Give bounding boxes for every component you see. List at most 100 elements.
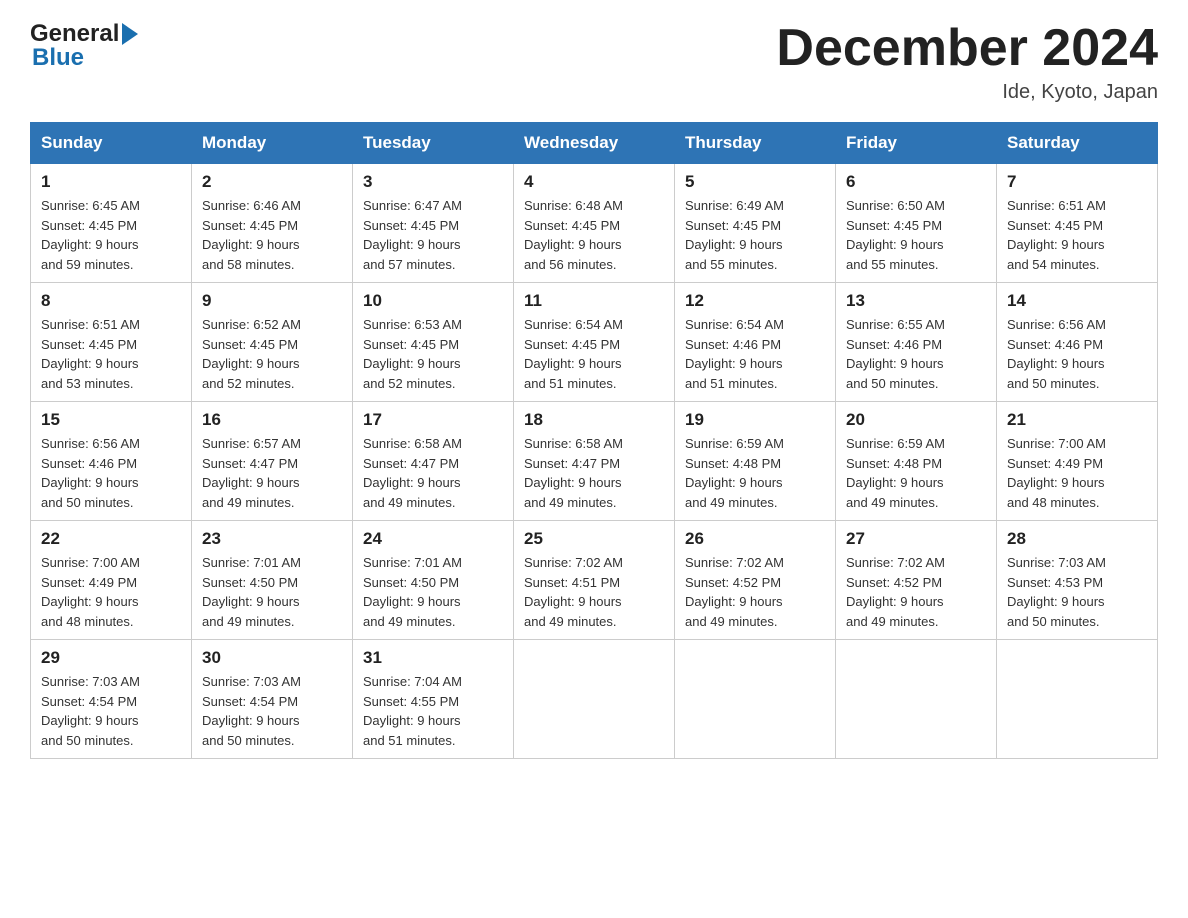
day-number: 10 bbox=[363, 291, 503, 311]
calendar-cell: 25 Sunrise: 7:02 AM Sunset: 4:51 PM Dayli… bbox=[514, 521, 675, 640]
calendar-cell: 3 Sunrise: 6:47 AM Sunset: 4:45 PM Daylig… bbox=[353, 164, 514, 283]
calendar-table: SundayMondayTuesdayWednesdayThursdayFrid… bbox=[30, 122, 1158, 759]
day-number: 15 bbox=[41, 410, 181, 430]
calendar-cell: 1 Sunrise: 6:45 AM Sunset: 4:45 PM Daylig… bbox=[31, 164, 192, 283]
calendar-cell: 16Sunrise: 6:57 AM Sunset: 4:47 PM Dayli… bbox=[192, 402, 353, 521]
day-info: Sunrise: 7:02 AM Sunset: 4:52 PM Dayligh… bbox=[846, 553, 986, 631]
day-info: Sunrise: 7:03 AM Sunset: 4:53 PM Dayligh… bbox=[1007, 553, 1147, 631]
day-number: 22 bbox=[41, 529, 181, 549]
calendar-cell: 31 Sunrise: 7:04 AM Sunset: 4:55 PM Dayli… bbox=[353, 640, 514, 759]
day-info: Sunrise: 6:50 AM Sunset: 4:45 PM Dayligh… bbox=[846, 196, 986, 274]
day-number: 9 bbox=[202, 291, 342, 311]
day-number: 29 bbox=[41, 648, 181, 668]
day-number: 31 bbox=[363, 648, 503, 668]
calendar-cell: 8Sunrise: 6:51 AM Sunset: 4:45 PM Daylig… bbox=[31, 283, 192, 402]
day-number: 19 bbox=[685, 410, 825, 430]
header-day-monday: Monday bbox=[192, 123, 353, 164]
calendar-cell: 4 Sunrise: 6:48 AM Sunset: 4:45 PM Daylig… bbox=[514, 164, 675, 283]
header-row: SundayMondayTuesdayWednesdayThursdayFrid… bbox=[31, 123, 1158, 164]
day-info: Sunrise: 6:58 AM Sunset: 4:47 PM Dayligh… bbox=[524, 434, 664, 512]
day-number: 6 bbox=[846, 172, 986, 192]
day-number: 14 bbox=[1007, 291, 1147, 311]
calendar-cell: 24 Sunrise: 7:01 AM Sunset: 4:50 PM Dayli… bbox=[353, 521, 514, 640]
calendar-cell: 13Sunrise: 6:55 AM Sunset: 4:46 PM Dayli… bbox=[836, 283, 997, 402]
day-info: Sunrise: 6:59 AM Sunset: 4:48 PM Dayligh… bbox=[846, 434, 986, 512]
calendar-cell: 30 Sunrise: 7:03 AM Sunset: 4:54 PM Dayli… bbox=[192, 640, 353, 759]
day-info: Sunrise: 7:01 AM Sunset: 4:50 PM Dayligh… bbox=[202, 553, 342, 631]
calendar-cell: 18Sunrise: 6:58 AM Sunset: 4:47 PM Dayli… bbox=[514, 402, 675, 521]
header: General Blue December 2024 Ide, Kyoto, J… bbox=[30, 20, 1158, 104]
day-info: Sunrise: 6:48 AM Sunset: 4:45 PM Dayligh… bbox=[524, 196, 664, 274]
calendar-cell: 26 Sunrise: 7:02 AM Sunset: 4:52 PM Dayli… bbox=[675, 521, 836, 640]
day-info: Sunrise: 6:45 AM Sunset: 4:45 PM Dayligh… bbox=[41, 196, 181, 274]
day-info: Sunrise: 7:04 AM Sunset: 4:55 PM Dayligh… bbox=[363, 672, 503, 750]
calendar-cell: 22 Sunrise: 7:00 AM Sunset: 4:49 PM Dayli… bbox=[31, 521, 192, 640]
calendar-cell: 14 Sunrise: 6:56 AM Sunset: 4:46 PM Dayli… bbox=[997, 283, 1158, 402]
calendar-cell: 27 Sunrise: 7:02 AM Sunset: 4:52 PM Dayli… bbox=[836, 521, 997, 640]
day-number: 2 bbox=[202, 172, 342, 192]
calendar-cell: 10 Sunrise: 6:53 AM Sunset: 4:45 PM Dayli… bbox=[353, 283, 514, 402]
day-number: 20 bbox=[846, 410, 986, 430]
day-number: 5 bbox=[685, 172, 825, 192]
calendar-cell bbox=[514, 640, 675, 759]
calendar-cell: 28 Sunrise: 7:03 AM Sunset: 4:53 PM Dayli… bbox=[997, 521, 1158, 640]
day-number: 26 bbox=[685, 529, 825, 549]
day-number: 1 bbox=[41, 172, 181, 192]
day-number: 28 bbox=[1007, 529, 1147, 549]
day-number: 11 bbox=[524, 291, 664, 311]
header-day-sunday: Sunday bbox=[31, 123, 192, 164]
calendar-cell: 6 Sunrise: 6:50 AM Sunset: 4:45 PM Daylig… bbox=[836, 164, 997, 283]
calendar-title: December 2024 bbox=[776, 20, 1158, 77]
calendar-week-1: 1 Sunrise: 6:45 AM Sunset: 4:45 PM Daylig… bbox=[31, 164, 1158, 283]
day-number: 7 bbox=[1007, 172, 1147, 192]
calendar-cell: 5 Sunrise: 6:49 AM Sunset: 4:45 PM Daylig… bbox=[675, 164, 836, 283]
header-day-thursday: Thursday bbox=[675, 123, 836, 164]
day-info: Sunrise: 6:58 AM Sunset: 4:47 PM Dayligh… bbox=[363, 434, 503, 512]
calendar-cell: 17 Sunrise: 6:58 AM Sunset: 4:47 PM Dayli… bbox=[353, 402, 514, 521]
day-info: Sunrise: 6:49 AM Sunset: 4:45 PM Dayligh… bbox=[685, 196, 825, 274]
day-number: 23 bbox=[202, 529, 342, 549]
logo: General Blue bbox=[30, 20, 138, 72]
day-number: 8 bbox=[41, 291, 181, 311]
day-number: 30 bbox=[202, 648, 342, 668]
day-info: Sunrise: 7:01 AM Sunset: 4:50 PM Dayligh… bbox=[363, 553, 503, 631]
day-info: Sunrise: 7:00 AM Sunset: 4:49 PM Dayligh… bbox=[41, 553, 181, 631]
calendar-week-2: 8Sunrise: 6:51 AM Sunset: 4:45 PM Daylig… bbox=[31, 283, 1158, 402]
day-info: Sunrise: 6:56 AM Sunset: 4:46 PM Dayligh… bbox=[1007, 315, 1147, 393]
day-number: 17 bbox=[363, 410, 503, 430]
calendar-cell bbox=[997, 640, 1158, 759]
day-info: Sunrise: 6:53 AM Sunset: 4:45 PM Dayligh… bbox=[363, 315, 503, 393]
calendar-cell: 12Sunrise: 6:54 AM Sunset: 4:46 PM Dayli… bbox=[675, 283, 836, 402]
calendar-cell: 19Sunrise: 6:59 AM Sunset: 4:48 PM Dayli… bbox=[675, 402, 836, 521]
day-number: 3 bbox=[363, 172, 503, 192]
calendar-cell bbox=[675, 640, 836, 759]
calendar-cell bbox=[836, 640, 997, 759]
day-number: 25 bbox=[524, 529, 664, 549]
day-info: Sunrise: 6:52 AM Sunset: 4:45 PM Dayligh… bbox=[202, 315, 342, 393]
calendar-week-5: 29 Sunrise: 7:03 AM Sunset: 4:54 PM Dayli… bbox=[31, 640, 1158, 759]
day-info: Sunrise: 6:47 AM Sunset: 4:45 PM Dayligh… bbox=[363, 196, 503, 274]
day-number: 24 bbox=[363, 529, 503, 549]
calendar-week-4: 22 Sunrise: 7:00 AM Sunset: 4:49 PM Dayli… bbox=[31, 521, 1158, 640]
day-info: Sunrise: 7:02 AM Sunset: 4:51 PM Dayligh… bbox=[524, 553, 664, 631]
day-info: Sunrise: 6:54 AM Sunset: 4:45 PM Dayligh… bbox=[524, 315, 664, 393]
day-number: 4 bbox=[524, 172, 664, 192]
day-info: Sunrise: 6:46 AM Sunset: 4:45 PM Dayligh… bbox=[202, 196, 342, 274]
day-number: 21 bbox=[1007, 410, 1147, 430]
header-day-friday: Friday bbox=[836, 123, 997, 164]
header-day-wednesday: Wednesday bbox=[514, 123, 675, 164]
calendar-cell: 20 Sunrise: 6:59 AM Sunset: 4:48 PM Dayli… bbox=[836, 402, 997, 521]
calendar-cell: 7Sunrise: 6:51 AM Sunset: 4:45 PM Daylig… bbox=[997, 164, 1158, 283]
calendar-subtitle: Ide, Kyoto, Japan bbox=[776, 81, 1158, 104]
calendar-cell: 29Sunrise: 7:03 AM Sunset: 4:54 PM Dayli… bbox=[31, 640, 192, 759]
calendar-cell: 23 Sunrise: 7:01 AM Sunset: 4:50 PM Dayli… bbox=[192, 521, 353, 640]
title-area: December 2024 Ide, Kyoto, Japan bbox=[776, 20, 1158, 104]
day-info: Sunrise: 7:03 AM Sunset: 4:54 PM Dayligh… bbox=[202, 672, 342, 750]
calendar-header: SundayMondayTuesdayWednesdayThursdayFrid… bbox=[31, 123, 1158, 164]
day-number: 27 bbox=[846, 529, 986, 549]
calendar-body: 1 Sunrise: 6:45 AM Sunset: 4:45 PM Daylig… bbox=[31, 164, 1158, 759]
logo-blue-text: Blue bbox=[30, 44, 84, 72]
calendar-cell: 15Sunrise: 6:56 AM Sunset: 4:46 PM Dayli… bbox=[31, 402, 192, 521]
day-info: Sunrise: 7:00 AM Sunset: 4:49 PM Dayligh… bbox=[1007, 434, 1147, 512]
day-info: Sunrise: 7:02 AM Sunset: 4:52 PM Dayligh… bbox=[685, 553, 825, 631]
